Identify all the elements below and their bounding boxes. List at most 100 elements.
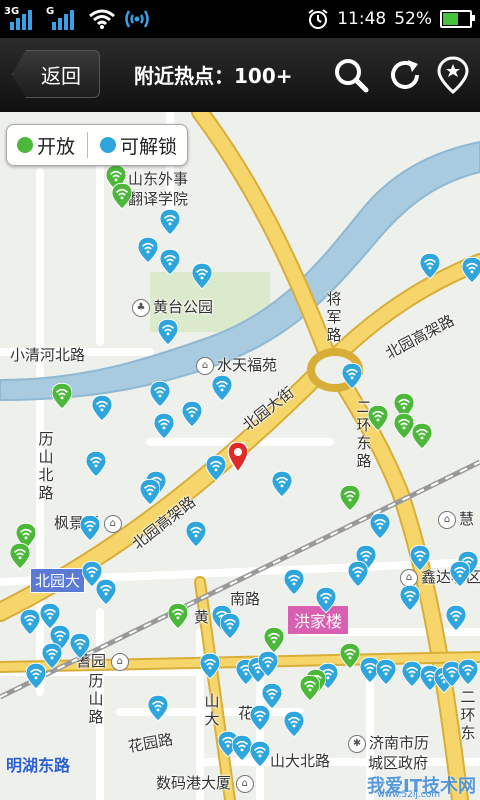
- road-label: 山大北路: [270, 752, 331, 770]
- hotspot-unlockable-marker[interactable]: [462, 256, 480, 284]
- hotspot-unlockable-marker[interactable]: [272, 470, 292, 498]
- status-right: 11:48 52%: [307, 4, 475, 34]
- status-bar: 3G G 11:48 52%: [0, 0, 480, 38]
- hotspot-open-marker[interactable]: [394, 412, 414, 440]
- hotspot-unlockable-marker[interactable]: [150, 380, 170, 408]
- hotspot-unlockable-marker[interactable]: [200, 652, 220, 680]
- hotspot-unlockable-marker[interactable]: [186, 520, 206, 548]
- battery-icon: [440, 10, 475, 28]
- poi-jinan: ✱ 济南市历: [348, 732, 429, 753]
- hotspot-unlockable-marker[interactable]: [446, 604, 466, 632]
- hotspot-unlockable-marker[interactable]: [220, 612, 240, 640]
- hotspot-open-marker[interactable]: [368, 404, 388, 432]
- hotspot-unlockable-marker[interactable]: [148, 694, 168, 722]
- hotspot-unlockable-marker[interactable]: [96, 578, 116, 606]
- map-view[interactable]: 山东外事 翻译学院 ♣ 黄台公园 小清河北路 ⌂ 水天福苑 将军路 北园高架路 北园…: [0, 112, 480, 800]
- hotspot-unlockable-marker[interactable]: [70, 632, 90, 660]
- hotspot-unlockable-marker[interactable]: [400, 584, 420, 612]
- hotspot-unlockable-marker[interactable]: [158, 318, 178, 346]
- area-label: 北园大: [30, 568, 86, 593]
- building-icon: ⌂: [235, 774, 254, 793]
- poi-shuitian: ⌂ 水天福苑: [196, 354, 277, 375]
- hotspot-unlockable-marker[interactable]: [80, 514, 100, 542]
- refresh-icon[interactable]: [386, 56, 424, 94]
- hotspot-open-marker[interactable]: [340, 484, 360, 512]
- legend-open-label: 开放: [37, 135, 76, 158]
- hotspot-unlockable-marker[interactable]: [86, 450, 106, 478]
- legend: 开放 可解锁: [6, 124, 189, 166]
- road-label: 历山路: [88, 672, 104, 726]
- road-label: 历山北路: [38, 430, 54, 502]
- legend-unlockable-label: 可解锁: [120, 135, 178, 158]
- user-location-pin[interactable]: [228, 442, 248, 472]
- hotspot-unlockable-marker[interactable]: [258, 650, 278, 678]
- poi-label: 翻译学院: [128, 190, 189, 208]
- hotspot-unlockable-marker[interactable]: [342, 362, 362, 390]
- clock: 11:48: [337, 9, 387, 29]
- hotspot-open-marker[interactable]: [10, 542, 30, 570]
- title-bar: 返回 附近热点：100+: [0, 38, 480, 114]
- hotspot-unlockable-marker[interactable]: [420, 252, 440, 280]
- hotspot-unlockable-marker[interactable]: [316, 586, 336, 614]
- hotspot-unlockable-marker[interactable]: [284, 568, 304, 596]
- legend-open[interactable]: 开放: [17, 132, 75, 159]
- hotspot-open-marker[interactable]: [52, 382, 72, 410]
- legend-unlockable[interactable]: 可解锁: [100, 132, 177, 159]
- poi-huangtai-park: ♣ 黄台公园: [132, 296, 213, 317]
- hotspot-unlockable-marker[interactable]: [26, 662, 46, 690]
- status-left-icons: 3G G: [4, 4, 150, 34]
- hotspot-open-marker[interactable]: [168, 602, 188, 630]
- building-icon: ⌂: [196, 356, 214, 375]
- hotspot-unlockable-marker[interactable]: [458, 658, 478, 686]
- back-button[interactable]: 返回: [12, 50, 100, 98]
- poi-shuma: 数码港大厦 ⌂: [156, 772, 257, 793]
- road-label: 将军路: [326, 290, 342, 344]
- road-label: 二环东: [460, 688, 476, 742]
- hotspot-unlockable-marker[interactable]: [160, 248, 180, 276]
- road-label: 山大: [204, 692, 220, 728]
- building-icon: ⌂: [103, 514, 122, 533]
- battery-percent: 52%: [394, 9, 432, 29]
- building-icon: ⌂: [438, 510, 456, 529]
- building-icon: ⌂: [110, 652, 129, 671]
- hotspot-open-marker[interactable]: [264, 626, 284, 654]
- hotspot-unlockable-marker[interactable]: [450, 560, 470, 588]
- hotspot-unlockable-marker[interactable]: [370, 512, 390, 540]
- poi-label: 山东外事: [128, 170, 189, 188]
- hotspot-unlockable-marker[interactable]: [250, 740, 270, 768]
- hotspot-unlockable-marker[interactable]: [192, 262, 212, 290]
- road-label: 南路: [230, 590, 261, 608]
- hotspot-unlockable-marker[interactable]: [182, 400, 202, 428]
- hotspot-unlockable-marker[interactable]: [250, 704, 270, 732]
- watermark-url: www.52ij.com: [377, 790, 440, 800]
- hotspot-open-marker[interactable]: [300, 674, 320, 702]
- hotspot-unlockable-marker[interactable]: [206, 454, 226, 482]
- hotspot-unlockable-marker[interactable]: [154, 412, 174, 440]
- hotspot-unlockable-marker[interactable]: [284, 710, 304, 738]
- open-dot-icon: [17, 137, 33, 153]
- hotspot-unlockable-marker[interactable]: [20, 608, 40, 636]
- hotspot-unlockable-marker[interactable]: [348, 560, 368, 588]
- hotspot-unlockable-marker[interactable]: [212, 374, 232, 402]
- poi-label: 城区政府: [368, 754, 429, 772]
- signal-3g-icon: 3G: [4, 6, 38, 32]
- wifi-icon: [89, 9, 115, 29]
- signal-g-icon: G: [46, 6, 80, 32]
- hotspot-open-marker[interactable]: [112, 182, 132, 210]
- hotspot-unlockable-marker[interactable]: [140, 478, 160, 506]
- hotspot-open-marker[interactable]: [340, 642, 360, 670]
- locate-icon[interactable]: [434, 56, 472, 94]
- hotspot-unlockable-marker[interactable]: [402, 660, 422, 688]
- hotspot-unlockable-marker[interactable]: [160, 208, 180, 236]
- government-icon: ✱: [348, 734, 366, 753]
- hotspot-open-marker[interactable]: [412, 422, 432, 450]
- hotspot-unlockable-marker[interactable]: [410, 544, 430, 572]
- hotspot-unlockable-marker[interactable]: [232, 734, 252, 762]
- hotspot-unlockable-marker[interactable]: [138, 236, 158, 264]
- alarm-icon: [308, 9, 328, 29]
- hotspot-unlockable-marker[interactable]: [92, 394, 112, 422]
- search-icon[interactable]: [332, 56, 370, 94]
- park-icon: ♣: [132, 298, 150, 317]
- road-label: 小清河北路: [10, 346, 86, 364]
- hotspot-unlockable-marker[interactable]: [376, 658, 396, 686]
